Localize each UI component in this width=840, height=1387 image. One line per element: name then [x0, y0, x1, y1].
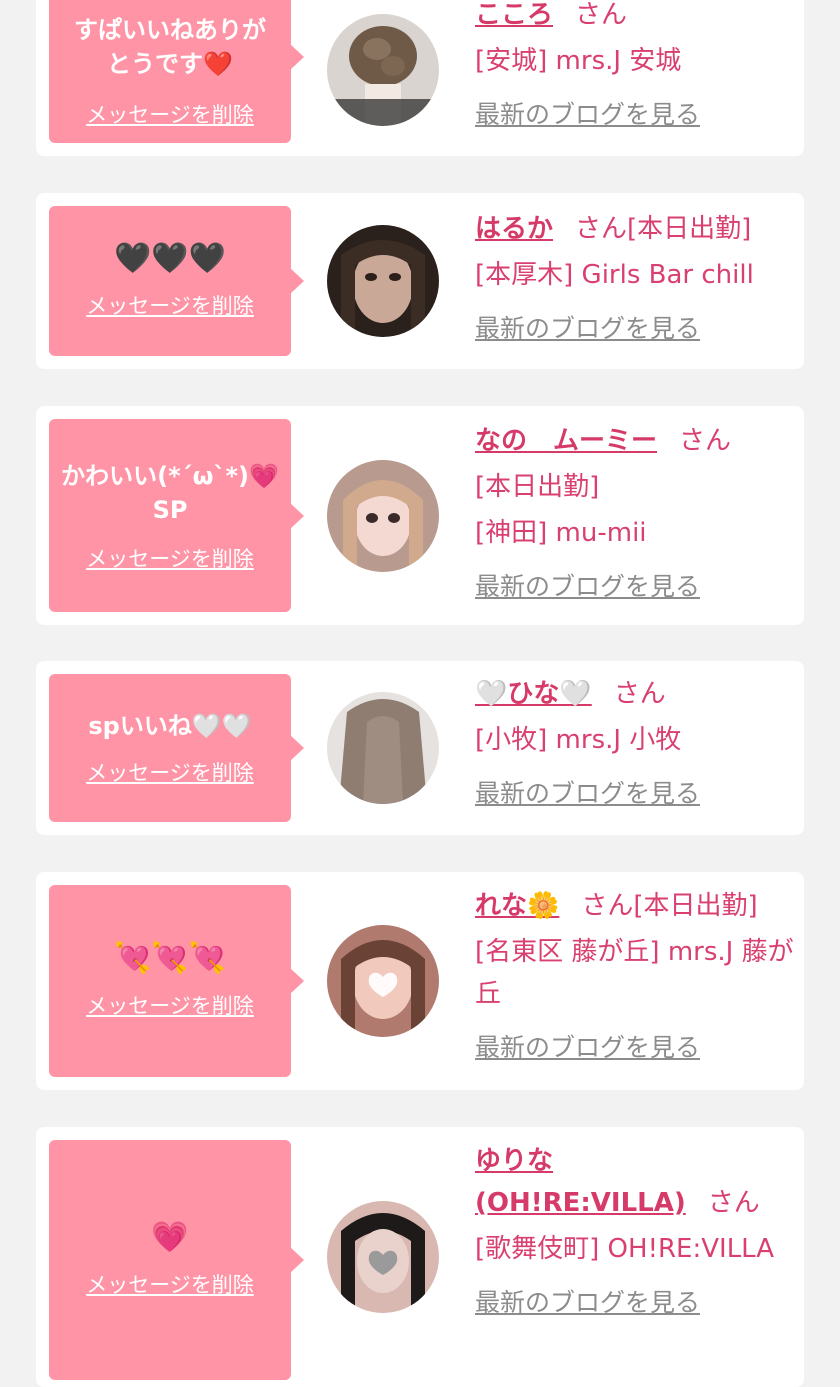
delete-message-link[interactable]: メッセージを削除: [86, 99, 254, 129]
message-bubble: 🖤🖤🖤 メッセージを削除: [49, 206, 304, 356]
shop-label: [小牧] mrs.J 小牧: [475, 725, 682, 755]
delete-message-link[interactable]: メッセージを削除: [86, 543, 254, 573]
work-status: [本日出勤]: [633, 891, 758, 921]
message-text: 💘💘💘: [113, 941, 227, 976]
message-bubble: すぱいいねありがとうです❤️ メッセージを削除: [49, 0, 304, 143]
message-card: すぱいいねありがとうです❤️ メッセージを削除 こころ さん [安城] mrs.J…: [36, 0, 804, 156]
latest-blog-link[interactable]: 最新のブログを見る: [475, 94, 700, 136]
message-bubble: 💘💘💘 メッセージを削除: [49, 885, 304, 1077]
message-text: すぱいいねありがとうです❤️: [74, 15, 266, 78]
delete-message-link[interactable]: メッセージを削除: [86, 990, 254, 1020]
message-text: 💗: [151, 1220, 189, 1255]
shop-label: [歌舞伎町] OH!RE:VILLA: [475, 1234, 775, 1264]
honorific: さん: [581, 891, 634, 921]
honorific: さん: [679, 426, 732, 456]
cast-name-link[interactable]: ゆりな(OH!RE:VILLA): [475, 1146, 686, 1218]
work-status: [本日出勤]: [475, 472, 600, 502]
avatar[interactable]: [327, 14, 439, 126]
latest-blog-link[interactable]: 最新のブログを見る: [475, 1027, 700, 1069]
cast-name-link[interactable]: こころ: [475, 0, 553, 30]
cast-info: ゆりな(OH!RE:VILLA) さん [歌舞伎町] OH!RE:VILLA 最新…: [475, 1140, 785, 1324]
honorific: さん: [575, 0, 628, 30]
shop-label: [本厚木] Girls Bar chill: [475, 260, 754, 290]
cast-name-link[interactable]: れな🌼: [475, 891, 559, 921]
honorific: さん: [575, 214, 628, 244]
shop-label: [名東区 藤が丘] mrs.J 藤が丘: [475, 937, 794, 1009]
honorific: さん: [707, 1188, 760, 1218]
message-bubble: かわいい(*´ω`*)💗 SP メッセージを削除: [49, 419, 304, 612]
message-bubble: 💗 メッセージを削除: [49, 1140, 304, 1380]
delete-message-link[interactable]: メッセージを削除: [86, 290, 254, 320]
avatar[interactable]: [327, 1201, 439, 1313]
message-bubble: spいいね🤍🤍 メッセージを削除: [49, 674, 304, 822]
avatar[interactable]: [327, 460, 439, 572]
cast-info: なの ムーミー さん [本日出勤] [神田] mu-mii 最新のブログを見る: [475, 420, 795, 608]
message-card: かわいい(*´ω`*)💗 SP メッセージを削除 なの ムーミー さん [本日出勤…: [36, 406, 804, 625]
message-card: 💗 メッセージを削除 ゆりな(OH!RE:VILLA) さん [歌舞伎町] OH!…: [36, 1127, 804, 1387]
honorific: さん: [613, 679, 666, 709]
avatar[interactable]: [327, 225, 439, 337]
latest-blog-link[interactable]: 最新のブログを見る: [475, 773, 700, 815]
delete-message-link[interactable]: メッセージを削除: [86, 757, 254, 787]
cast-info: はるか さん[本日出勤] [本厚木] Girls Bar chill 最新のブログ…: [475, 208, 795, 350]
message-text: かわいい(*´ω`*)💗 SP: [61, 461, 279, 524]
message-text: 🖤🖤🖤: [113, 241, 227, 276]
delete-message-link[interactable]: メッセージを削除: [86, 1269, 254, 1299]
message-card: 🖤🖤🖤 メッセージを削除 はるか さん[本日出勤] [本厚木] Girls Bar…: [36, 193, 804, 369]
shop-label: [神田] mu-mii: [475, 518, 647, 548]
cast-name-link[interactable]: はるか: [475, 214, 553, 244]
latest-blog-link[interactable]: 最新のブログを見る: [475, 1282, 700, 1324]
cast-name-link[interactable]: なの ムーミー: [475, 426, 657, 456]
avatar[interactable]: [327, 925, 439, 1037]
work-status: [本日出勤]: [627, 214, 752, 244]
latest-blog-link[interactable]: 最新のブログを見る: [475, 308, 700, 350]
message-card: spいいね🤍🤍 メッセージを削除 🤍ひな🤍 さん [小牧] mrs.J 小牧 最新…: [36, 661, 804, 835]
avatar[interactable]: [327, 692, 439, 804]
cast-info: こころ さん [安城] mrs.J 安城 最新のブログを見る: [475, 0, 795, 136]
cast-name-link[interactable]: 🤍ひな🤍: [475, 679, 592, 709]
latest-blog-link[interactable]: 最新のブログを見る: [475, 566, 700, 608]
cast-info: 🤍ひな🤍 さん [小牧] mrs.J 小牧 最新のブログを見る: [475, 673, 795, 815]
cast-info: れな🌼 さん[本日出勤] [名東区 藤が丘] mrs.J 藤が丘 最新のブログを見…: [475, 885, 797, 1069]
message-card: 💘💘💘 メッセージを削除 れな🌼 さん[本日出勤] [名東区 藤が丘] mrs.J…: [36, 872, 804, 1090]
message-text: spいいね🤍🤍: [88, 712, 252, 740]
shop-label: [安城] mrs.J 安城: [475, 46, 682, 76]
